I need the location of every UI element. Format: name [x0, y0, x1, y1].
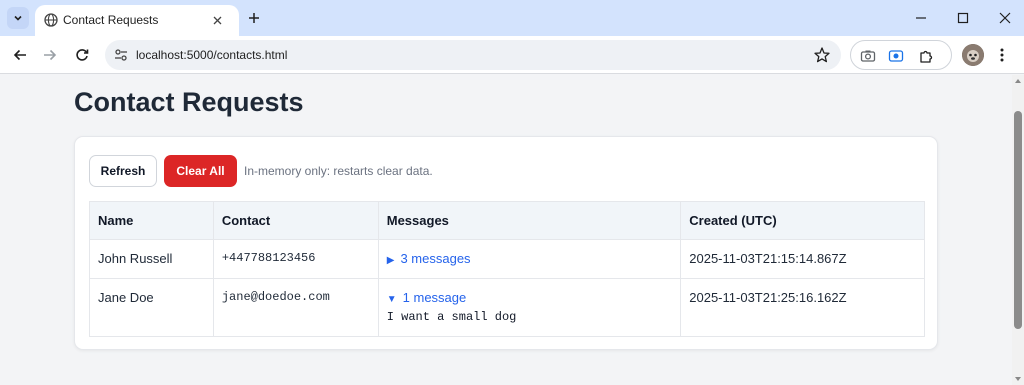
- browser-menu-button[interactable]: [996, 45, 1008, 65]
- globe-icon: [44, 13, 58, 27]
- scroll-up-arrow-icon[interactable]: [1015, 79, 1021, 83]
- contacts-card: Refresh Clear All In-memory only: restar…: [74, 136, 938, 350]
- table-row: Jane Doe jane@doedoe.com ▼ 1 message I wa…: [89, 278, 925, 337]
- plus-icon: [249, 13, 259, 23]
- tab-search-button[interactable]: [7, 7, 29, 29]
- cell-messages: ▼ 1 message I want a small dog: [377, 278, 682, 337]
- messages-count: 1 message: [402, 290, 467, 305]
- contacts-table: Name Contact Messages Created (UTC) John…: [89, 201, 925, 337]
- tab-contact-requests[interactable]: Contact Requests: [35, 5, 239, 36]
- extensions-group: [850, 40, 952, 70]
- cell-created: 2025-11-03T21:15:14.867Z: [680, 239, 925, 279]
- extensions-button[interactable]: [917, 47, 935, 65]
- arrow-left-icon: [13, 49, 26, 61]
- reload-icon: [76, 49, 89, 61]
- new-tab-button[interactable]: [244, 8, 264, 28]
- cell-messages: ▶ 3 messages: [377, 239, 682, 279]
- table-row: John Russell +447788123456 ▶ 3 messages 2…: [89, 239, 925, 279]
- clear-all-button[interactable]: Clear All: [164, 155, 237, 187]
- memory-hint: In-memory only: restarts clear data.: [244, 164, 433, 178]
- cell-name: John Russell: [89, 239, 214, 279]
- minimize-button[interactable]: [910, 8, 932, 28]
- page-title: Contact Requests: [74, 87, 304, 117]
- screenshot-button[interactable]: [859, 47, 877, 65]
- collapse-triangle-icon: ▼: [386, 294, 397, 305]
- avatar-icon: [962, 44, 984, 66]
- page-viewport: Contact Requests Refresh Clear All In-me…: [0, 75, 1012, 385]
- tab-strip: Contact Requests: [0, 0, 1024, 36]
- arrow-right-icon: [44, 49, 57, 61]
- record-icon: [888, 50, 904, 62]
- browser-toolbar: localhost:5000/contacts.html: [0, 36, 1024, 74]
- messages-count: 3 messages: [400, 251, 471, 266]
- tab-close-button[interactable]: [209, 12, 225, 28]
- scrollbar-thumb[interactable]: [1014, 111, 1022, 329]
- maximize-icon: [957, 12, 969, 24]
- message-text: I want a small dog: [386, 310, 517, 324]
- expand-triangle-icon: ▶: [386, 255, 395, 266]
- more-vertical-icon: [1000, 48, 1004, 62]
- profile-avatar[interactable]: [962, 44, 984, 66]
- column-header-created: Created (UTC): [680, 201, 925, 240]
- cell-name: Jane Doe: [89, 278, 214, 337]
- chevron-down-icon: [14, 15, 22, 21]
- close-window-button[interactable]: [994, 8, 1016, 28]
- cell-contact: jane@doedoe.com: [212, 278, 379, 337]
- screen-record-button[interactable]: [887, 47, 905, 65]
- close-icon: [213, 16, 221, 24]
- close-icon: [999, 12, 1011, 24]
- reload-button[interactable]: [72, 45, 92, 65]
- table-header-row: Name Contact Messages Created (UTC): [89, 201, 925, 240]
- column-header-messages: Messages: [377, 201, 682, 240]
- forward-button[interactable]: [40, 45, 60, 65]
- url-text: localhost:5000/contacts.html: [136, 48, 288, 62]
- messages-toggle[interactable]: ▶ 3 messages: [387, 251, 471, 266]
- bookmark-star-icon[interactable]: [813, 46, 831, 64]
- refresh-button[interactable]: Refresh: [89, 155, 157, 187]
- maximize-button[interactable]: [952, 8, 974, 28]
- address-bar[interactable]: localhost:5000/contacts.html: [105, 40, 841, 70]
- minimize-icon: [916, 17, 926, 19]
- column-header-contact: Contact: [212, 201, 379, 240]
- messages-toggle[interactable]: ▼ 1 message: [387, 290, 467, 305]
- cell-created: 2025-11-03T21:25:16.162Z: [680, 278, 925, 337]
- puzzle-icon: [920, 50, 933, 63]
- tab-title: Contact Requests: [63, 13, 159, 27]
- scroll-down-arrow-icon[interactable]: [1015, 377, 1021, 381]
- back-button[interactable]: [10, 45, 30, 65]
- cell-contact: +447788123456: [212, 239, 379, 279]
- column-header-name: Name: [89, 201, 214, 240]
- page-scrollbar[interactable]: [1012, 75, 1024, 385]
- site-info-icon[interactable]: [113, 47, 129, 63]
- camera-icon: [860, 50, 876, 62]
